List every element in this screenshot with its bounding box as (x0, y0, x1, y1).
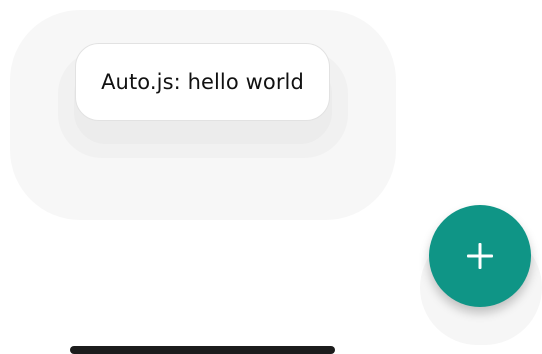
toast-message: Auto.js: hello world (101, 70, 304, 94)
add-fab-button[interactable] (429, 205, 531, 307)
toast-notification: Auto.js: hello world (75, 43, 330, 121)
plus-icon (467, 243, 493, 269)
